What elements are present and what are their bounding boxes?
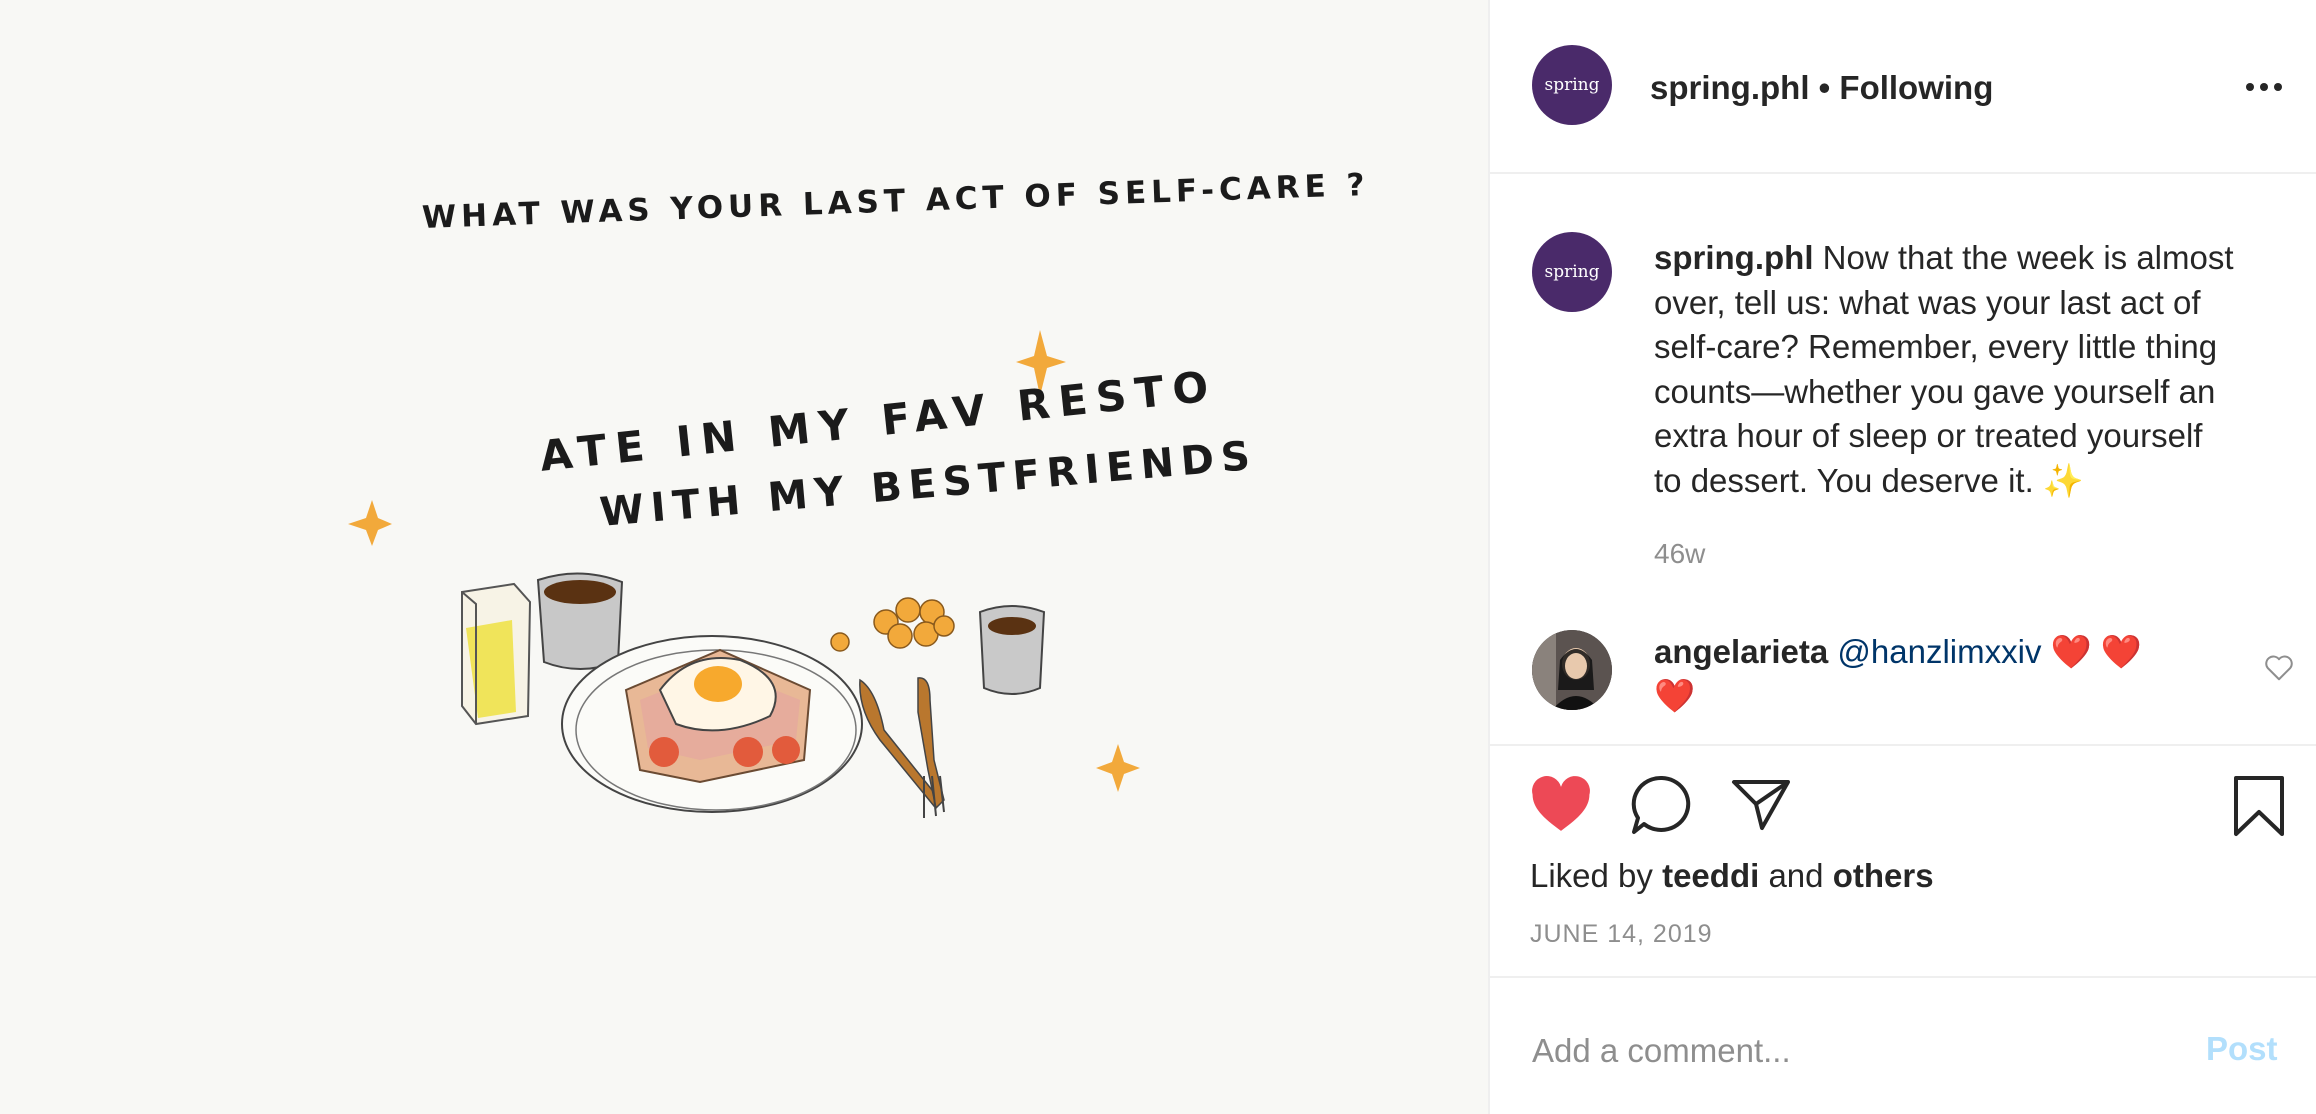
- comment: angelarieta @hanzlimxxiv ❤️ ❤️ ❤️: [1654, 630, 2214, 718]
- heart-filled-icon[interactable]: [1530, 776, 1592, 834]
- liker-username[interactable]: teeddi: [1662, 857, 1759, 894]
- person-photo: [1532, 630, 1612, 710]
- header-username[interactable]: spring.phl: [1650, 69, 1810, 106]
- comment-mention[interactable]: @hanzlimxxiv: [1837, 633, 2041, 670]
- tomato: [649, 737, 679, 767]
- caption-line: extra hour of sleep or treated yourself: [1654, 417, 2203, 454]
- divider: [1490, 744, 2316, 746]
- separator: •: [1818, 69, 1831, 106]
- likes-others-link[interactable]: others: [1833, 857, 1934, 894]
- illustration: [348, 330, 1140, 818]
- avatar[interactable]: spring: [1532, 45, 1612, 125]
- tomato: [772, 736, 800, 764]
- juice-carton: [461, 582, 532, 726]
- comment-like-heart-icon[interactable]: [2264, 654, 2294, 682]
- more-horizontal-icon[interactable]: [2244, 80, 2284, 92]
- likes-conj: and: [1768, 857, 1824, 894]
- caption-avatar[interactable]: spring: [1532, 232, 1612, 312]
- star-decoration: [348, 500, 392, 546]
- post-date[interactable]: JUNE 14, 2019: [1530, 920, 1713, 949]
- avatar-text: spring: [1544, 262, 1600, 282]
- commenter-avatar[interactable]: [1532, 630, 1612, 710]
- comment-username[interactable]: angelarieta: [1654, 633, 1828, 670]
- caption: spring.phl Now that the week is almost o…: [1654, 236, 2294, 503]
- divider: [1490, 976, 2316, 978]
- header-user: spring.phl • Following: [1650, 68, 1993, 108]
- caption-line: over, tell us: what was your last act of: [1654, 283, 2201, 321]
- add-comment-input[interactable]: [1530, 1022, 2174, 1080]
- post-comment-button[interactable]: Post: [2206, 1030, 2278, 1068]
- avatar-text: spring: [1544, 75, 1600, 95]
- comment-icon[interactable]: [1630, 774, 1694, 836]
- coffee-cup: [536, 572, 624, 670]
- divider: [1490, 172, 2316, 174]
- comment-hearts: ❤️ ❤️: [2050, 633, 2142, 670]
- likes-summary: Liked by teeddi and others: [1530, 856, 1934, 896]
- post-sidebar: spring spring.phl • Following spring spr…: [1488, 0, 2316, 1114]
- paper-plane-icon[interactable]: [1730, 776, 1792, 832]
- caption-timestamp[interactable]: 46w: [1654, 538, 1705, 570]
- tomato: [733, 737, 763, 767]
- comment-hearts-line-2: ❤️: [1654, 677, 1696, 714]
- caption-text: Now that the week is almost: [1822, 239, 2234, 276]
- comment-line: angelarieta @hanzlimxxiv ❤️ ❤️: [1654, 630, 2214, 674]
- caption-line: counts—whether you gave yourself an: [1654, 372, 2216, 410]
- caption-line: spring.phl Now that the week is almost: [1654, 236, 2294, 281]
- caption-username[interactable]: spring.phl: [1654, 239, 1814, 276]
- caption-line: to dessert. You deserve it. ✨: [1654, 461, 2084, 499]
- star-decoration: [1096, 744, 1140, 792]
- bookmark-icon[interactable]: [2230, 774, 2288, 838]
- cutlery: [859, 677, 945, 818]
- follow-status-button[interactable]: Following: [1839, 69, 1993, 106]
- coffee-cup: [978, 605, 1046, 695]
- likes-prefix: Liked by: [1530, 857, 1653, 894]
- caption-line: self-care? Remember, every little thing: [1654, 328, 2218, 365]
- post-image[interactable]: WHAT WAS YOUR LAST ACT OF SELF-CARE ? AT…: [0, 0, 1488, 1114]
- tater-tots: [830, 597, 955, 652]
